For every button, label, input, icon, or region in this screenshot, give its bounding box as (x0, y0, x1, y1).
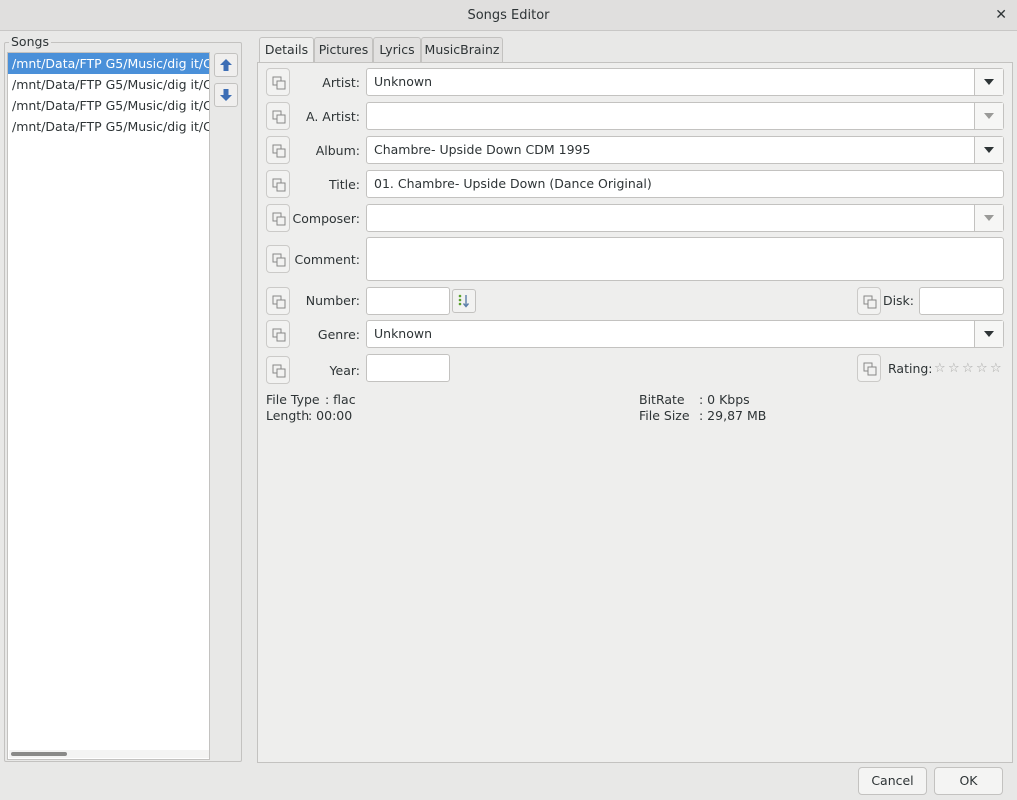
horizontal-scrollbar[interactable] (9, 750, 209, 758)
album-label: Album: (315, 143, 360, 158)
disk-label: Disk: (882, 293, 914, 308)
tab-pictures[interactable]: Pictures (314, 37, 373, 63)
composer-label: Composer: (292, 211, 360, 226)
file-type-label: File Type (266, 392, 320, 407)
cancel-button[interactable]: Cancel (858, 767, 927, 795)
auto-number-button[interactable] (452, 289, 476, 313)
artist-label: Artist: (322, 75, 360, 90)
arrow-down-icon (220, 89, 232, 101)
ok-button[interactable]: OK (934, 767, 1003, 795)
close-icon[interactable]: ✕ (995, 0, 1007, 31)
move-up-button[interactable] (214, 53, 238, 77)
chevron-down-icon (984, 79, 994, 85)
star-icon[interactable]: ☆ (976, 361, 990, 376)
composer-dropdown-button[interactable] (974, 205, 1003, 231)
window-title: Songs Editor (467, 8, 550, 23)
star-icon[interactable]: ☆ (934, 361, 948, 376)
chevron-down-icon (984, 215, 994, 221)
songs-legend: Songs (9, 34, 51, 49)
title-label: Title: (329, 177, 360, 192)
song-list-item[interactable]: /mnt/Data/FTP G5/Music/dig it/Chambre (8, 74, 209, 95)
star-icon[interactable]: ☆ (990, 361, 1004, 376)
rating-label: Rating: (888, 361, 933, 376)
number-label: Number: (305, 293, 360, 308)
comment-label: Comment: (294, 252, 360, 267)
chevron-down-icon (984, 147, 994, 153)
length-label: Length (266, 408, 310, 423)
genre-dropdown-button[interactable] (974, 321, 1003, 347)
file-type-value: : flac (325, 392, 356, 407)
artist-combo[interactable]: Unknown (366, 68, 1004, 96)
sort-numeric-icon (458, 294, 470, 308)
composer-combo[interactable] (366, 204, 1004, 232)
copy-icon (863, 362, 877, 376)
details-panel (257, 62, 1013, 763)
album-artist-dropdown-button[interactable] (974, 103, 1003, 129)
title-input[interactable]: 01. Chambre- Upside Down (Dance Original… (366, 170, 1004, 198)
star-icon[interactable]: ☆ (962, 361, 976, 376)
album-combo[interactable]: Chambre- Upside Down CDM 1995 (366, 136, 1004, 164)
album-value: Chambre- Upside Down CDM 1995 (374, 142, 591, 157)
scrollbar-thumb[interactable] (11, 752, 67, 756)
bitrate-label: BitRate (639, 392, 685, 407)
length-value: : 00:00 (308, 408, 353, 423)
copy-rating-button[interactable] (857, 354, 881, 382)
genre-label: Genre: (317, 327, 360, 342)
comment-textarea[interactable] (366, 237, 1004, 281)
year-input[interactable] (366, 354, 450, 382)
bitrate-value: : 0 Kbps (699, 392, 750, 407)
number-input[interactable] (366, 287, 450, 315)
tab-musicbrainz[interactable]: MusicBrainz (421, 37, 503, 63)
move-down-button[interactable] (214, 83, 238, 107)
chevron-down-icon (984, 113, 994, 119)
file-size-value: : 29,87 MB (699, 408, 767, 423)
star-icon[interactable]: ☆ (948, 361, 962, 376)
artist-value: Unknown (374, 74, 433, 89)
tab-details[interactable]: Details (259, 37, 314, 64)
disk-input[interactable] (919, 287, 1004, 315)
genre-combo[interactable]: Unknown (366, 320, 1004, 348)
song-list-item[interactable]: /mnt/Data/FTP G5/Music/dig it/Chambre (8, 116, 209, 137)
album-artist-combo[interactable] (366, 102, 1004, 130)
artist-dropdown-button[interactable] (974, 69, 1003, 95)
title-value: 01. Chambre- Upside Down (Dance Original… (374, 176, 652, 191)
album-artist-label: A. Artist: (306, 109, 360, 124)
chevron-down-icon (984, 331, 994, 337)
song-list-item[interactable]: /mnt/Data/FTP G5/Music/dig it/Chambre (8, 95, 209, 116)
year-label: Year: (329, 363, 360, 378)
tab-lyrics[interactable]: Lyrics (373, 37, 421, 63)
rating-stars[interactable]: ☆ ☆ ☆ ☆ ☆ (934, 360, 1004, 376)
file-size-label: File Size (639, 408, 690, 423)
album-dropdown-button[interactable] (974, 137, 1003, 163)
songs-list[interactable]: /mnt/Data/FTP G5/Music/dig it/Chambre /m… (7, 52, 210, 760)
song-list-item[interactable]: /mnt/Data/FTP G5/Music/dig it/Chambre (8, 53, 209, 74)
title-bar: Songs Editor ✕ (0, 0, 1017, 31)
arrow-up-icon (220, 59, 232, 71)
genre-value: Unknown (374, 326, 433, 341)
